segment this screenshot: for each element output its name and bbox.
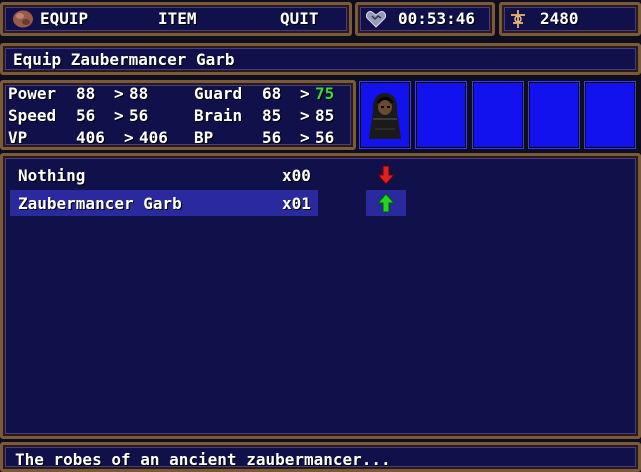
quit-menu-item[interactable]: QUIT — [280, 10, 319, 28]
vp-arrow: > — [124, 128, 134, 147]
power-current: 88 — [76, 84, 96, 103]
item-quantity: x01 — [282, 194, 311, 213]
rock-icon — [13, 10, 33, 28]
item-description: The robes of an ancient zaubermancer... — [15, 450, 391, 469]
brain-current: 85 — [262, 106, 282, 125]
item-quantity: x00 — [282, 166, 311, 185]
brain-new: 85 — [315, 106, 335, 125]
page-title: Equip Zaubermancer Garb — [13, 50, 235, 69]
play-time: 00:53:46 — [398, 9, 476, 28]
vp-new: 406 — [139, 128, 168, 147]
arrow-down-icon — [377, 165, 395, 185]
speed-label: Speed — [8, 106, 57, 125]
bp-new: 56 — [315, 128, 335, 147]
vp-label: VP — [8, 128, 28, 147]
party-slot-2[interactable] — [415, 81, 467, 149]
bp-current: 56 — [262, 128, 282, 147]
party-slot-5[interactable] — [584, 81, 636, 149]
bp-arrow: > — [300, 128, 310, 147]
guard-arrow: > — [300, 84, 310, 103]
vp-current: 406 — [76, 128, 105, 147]
item-name: Nothing — [18, 166, 86, 185]
speed-new: 56 — [129, 106, 149, 125]
hooded-character-portrait — [369, 93, 401, 139]
item-menu-item[interactable]: ITEM — [158, 10, 197, 28]
coin-sparkle-icon — [511, 10, 525, 28]
bp-label: BP — [194, 128, 214, 147]
party-slot-3[interactable] — [472, 81, 524, 149]
heart-icon — [366, 11, 386, 28]
arrow-up-icon — [377, 193, 395, 213]
speed-arrow: > — [114, 106, 124, 125]
guard-label: Guard — [194, 84, 243, 103]
brain-label: Brain — [194, 106, 243, 125]
gold-amount: 2480 — [540, 9, 579, 28]
item-name: Zaubermancer Garb — [18, 194, 182, 213]
power-arrow: > — [114, 84, 124, 103]
power-label: Power — [8, 84, 57, 103]
equip-menu-item[interactable]: EQUIP — [40, 10, 88, 28]
party-slot-4[interactable] — [528, 81, 580, 149]
speed-current: 56 — [76, 106, 96, 125]
guard-new: 75 — [315, 84, 335, 103]
brain-arrow: > — [300, 106, 310, 125]
party-slot-1[interactable] — [359, 81, 411, 149]
power-new: 88 — [129, 84, 149, 103]
guard-current: 68 — [262, 84, 282, 103]
